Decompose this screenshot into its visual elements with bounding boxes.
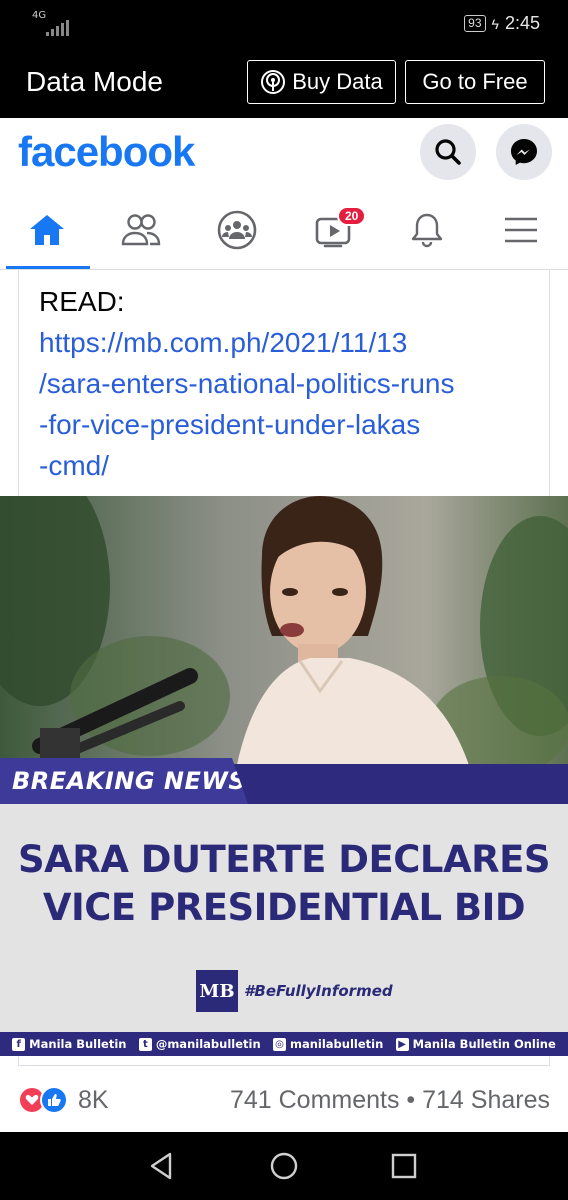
breaking-news-label: BREAKING NEWS [12,767,247,795]
comments-shares-count[interactable]: 741 Comments • 714 Shares [230,1086,550,1115]
data-mode-bar: Data Mode Buy Data Go to Free [0,48,568,118]
tab-notifications[interactable] [382,192,472,268]
post-body: READ: https://mb.com.ph/2021/11/13 /sara… [18,270,550,496]
read-label: READ: [39,286,125,317]
reaction-summary[interactable]: 8K [18,1086,109,1115]
charging-icon: ϟ [491,15,499,32]
home-icon [30,215,64,245]
link-line: /sara-enters-national-politics-runs [39,368,455,399]
headline: SARA DUTERTE DECLARES VICE PRESIDENTIAL … [0,836,568,932]
app-header: facebook [0,118,568,192]
article-link[interactable]: https://mb.com.ph/2021/11/13 /sara-enter… [39,322,529,486]
back-triangle-icon [150,1152,172,1180]
hamburger-menu-icon [505,217,537,243]
status-right: 93 ϟ 2:45 [464,13,540,34]
reactions-bar: 8K 741 Comments • 714 Shares [18,1076,550,1124]
twitter-icon: t [138,1037,152,1051]
active-tab-indicator [6,266,90,269]
recents-button[interactable] [388,1150,420,1182]
go-to-free-label: Go to Free [422,69,528,94]
network-type: 4G [32,10,47,21]
messenger-button[interactable] [496,124,552,180]
bell-icon [411,213,443,248]
social-item: ▶ Manila Bulletin Online [395,1037,556,1051]
social-item: t @manilabulletin [138,1037,261,1051]
link-line: https://mb.com.ph/2021/11/13 [39,327,408,358]
social-item: f Manila Bulletin [12,1037,126,1051]
battery-icon: 93 [464,15,486,32]
search-icon [435,139,461,165]
like-reaction-icon [40,1086,68,1114]
status-bar: 4G 93 ϟ 2:45 [0,0,568,48]
broadcast-icon [261,70,286,94]
social-item: ◎ manilabulletin [272,1037,384,1051]
news-feed: READ: https://mb.com.ph/2021/11/13 /sara… [0,270,568,1132]
social-text: Manila Bulletin Online [412,1037,556,1051]
instagram-icon: ◎ [272,1037,286,1051]
main-tab-bar: 20 [0,192,568,270]
home-circle-icon [270,1152,298,1180]
video-notification-badge: 20 [337,206,367,226]
tab-friends[interactable] [96,192,186,268]
post-divider [18,1056,550,1066]
data-mode-title: Data Mode [26,66,163,97]
back-button[interactable] [146,1150,178,1182]
signal-indicator: 4G [30,10,69,36]
friends-icon [121,214,161,246]
system-navigation-bar [0,1132,568,1200]
facebook-icon: f [12,1037,26,1051]
search-button[interactable] [420,124,476,180]
tab-menu[interactable] [476,192,566,268]
youtube-icon: ▶ [395,1037,409,1051]
facebook-logo[interactable]: facebook [18,128,195,176]
social-text: @manilabulletin [155,1037,261,1051]
reaction-count: 8K [78,1085,109,1114]
headline-line-1: SARA DUTERTE DECLARES [17,838,551,881]
social-text: manilabulletin [289,1037,384,1051]
messenger-icon [511,139,537,165]
headline-panel: SARA DUTERTE DECLARES VICE PRESIDENTIAL … [0,804,568,1032]
headline-line-2: VICE PRESIDENTIAL BID [42,886,526,929]
social-text: Manila Bulletin [29,1037,127,1051]
buy-data-label: Buy Data [292,69,383,94]
link-line: -cmd/ [39,450,109,481]
go-to-free-button[interactable]: Go to Free [405,60,545,104]
buy-data-button[interactable]: Buy Data [247,60,396,104]
post-image[interactable]: BREAKING NEWS SARA DUTERTE DECLARES VICE… [0,496,568,1056]
clock: 2:45 [504,13,540,33]
groups-icon [217,210,257,250]
manila-bulletin-logo: MB [196,970,238,1012]
tab-watch[interactable]: 20 [288,192,378,268]
breaking-news-tag: BREAKING NEWS [0,758,248,804]
tab-groups[interactable] [192,192,282,268]
home-button[interactable] [268,1150,300,1182]
recents-square-icon [391,1153,417,1179]
link-line: -for-vice-president-under-lakas [39,409,421,440]
tab-home[interactable] [2,192,92,268]
reaction-icons [18,1086,72,1114]
signal-bars-icon [46,20,69,36]
hashtag: #BeFullyInformed [244,982,393,1000]
social-handles-strip: f Manila Bulletin t @manilabulletin ◎ ma… [0,1032,568,1056]
